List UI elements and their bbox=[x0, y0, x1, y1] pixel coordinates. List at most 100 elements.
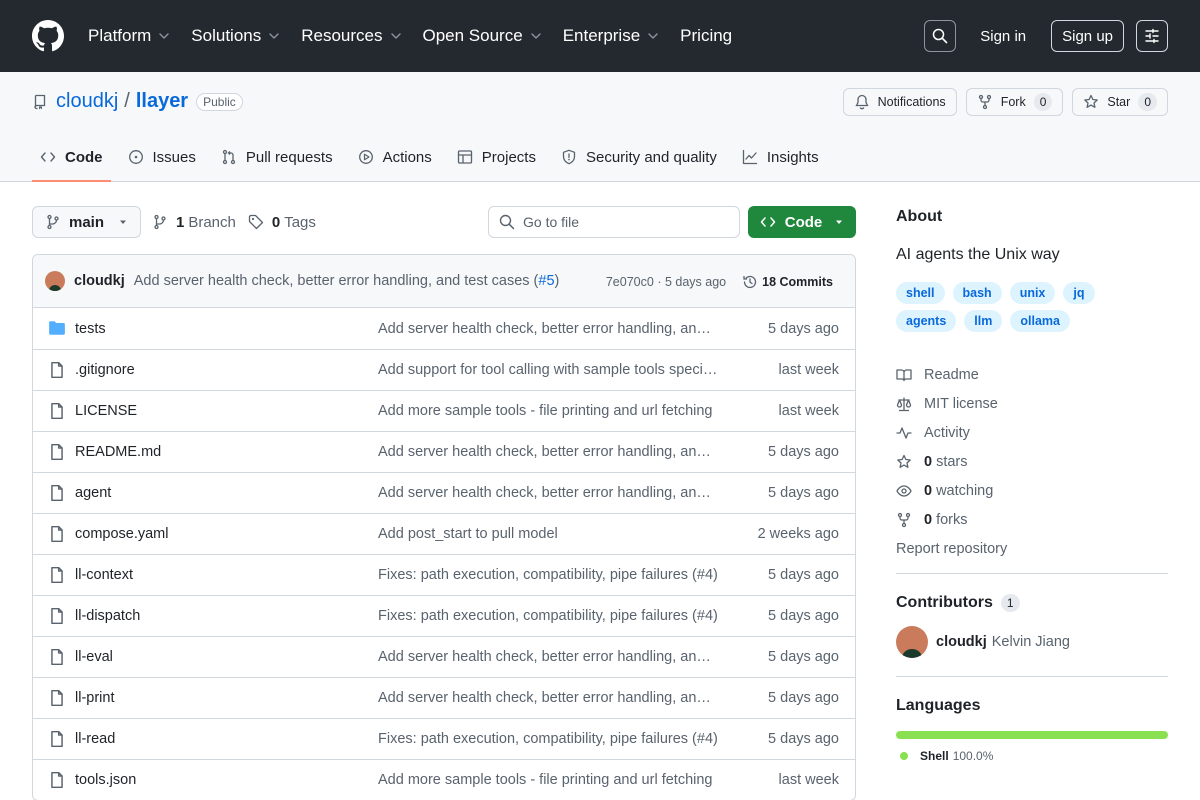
commit-pr-link[interactable]: #5 bbox=[538, 273, 554, 289]
file-name-link[interactable]: .gitignore bbox=[75, 362, 135, 378]
report-label: Report repository bbox=[896, 540, 1008, 557]
stars-label: stars bbox=[936, 453, 968, 470]
file-commit-message-link[interactable]: Fixes: path execution, compatibility, pi… bbox=[378, 731, 718, 747]
table-row[interactable]: ll-print Add server health check, better … bbox=[33, 677, 855, 718]
commit-message[interactable]: Add server health check, better error ha… bbox=[134, 273, 560, 289]
topic-tag-jq[interactable]: jq bbox=[1063, 282, 1095, 304]
tab-security-and-quality[interactable]: Security and quality bbox=[553, 133, 725, 181]
avatar[interactable] bbox=[896, 626, 928, 658]
fork-button[interactable]: Fork 0 bbox=[965, 88, 1064, 116]
commit-author-link[interactable]: cloudkj bbox=[74, 273, 125, 289]
top-nav-item-platform[interactable]: Platform bbox=[88, 26, 172, 46]
avatar[interactable] bbox=[45, 271, 65, 291]
fork-icon bbox=[978, 94, 991, 110]
forks-count: 0 bbox=[924, 511, 933, 528]
tab-code[interactable]: Code bbox=[32, 133, 111, 182]
table-row[interactable]: .gitignore Add support for tool calling w… bbox=[33, 349, 855, 390]
file-name-link[interactable]: ll-dispatch bbox=[75, 608, 140, 624]
license-link[interactable]: MIT license bbox=[896, 389, 1168, 418]
star-button[interactable]: Star 0 bbox=[1072, 88, 1168, 116]
file-commit-message-link[interactable]: Add more sample tools - file printing an… bbox=[378, 772, 718, 788]
file-toolbar: main 1 Branch 0 Tags Go to file Code bbox=[32, 206, 856, 238]
tab-actions[interactable]: Actions bbox=[350, 133, 440, 181]
file-commit-message-link[interactable]: Add server health check, better error ha… bbox=[378, 649, 718, 665]
stars-link[interactable]: 0 stars bbox=[896, 447, 1168, 476]
github-logo-icon[interactable] bbox=[32, 20, 64, 52]
tab-projects[interactable]: Projects bbox=[449, 133, 544, 181]
top-nav-item-resources[interactable]: Resources bbox=[301, 26, 403, 46]
notifications-button[interactable]: Notifications bbox=[842, 88, 957, 116]
file-name-link[interactable]: agent bbox=[75, 485, 111, 501]
top-nav-item-enterprise[interactable]: Enterprise bbox=[563, 26, 661, 46]
top-nav-item-solutions[interactable]: Solutions bbox=[191, 26, 282, 46]
topic-tag-bash[interactable]: bash bbox=[952, 282, 1002, 304]
file-commit-message-link[interactable]: Fixes: path execution, compatibility, pi… bbox=[378, 567, 718, 583]
file-name-link[interactable]: ll-eval bbox=[75, 649, 113, 665]
table-row[interactable]: compose.yaml Add post_start to pull model… bbox=[33, 513, 855, 554]
topic-tag-agents[interactable]: agents bbox=[896, 310, 957, 332]
table-row[interactable]: ll-context Fixes: path execution, compati… bbox=[33, 554, 855, 595]
tab-pull-requests[interactable]: Pull requests bbox=[213, 133, 341, 181]
branches-link[interactable]: 1 Branch bbox=[152, 214, 236, 231]
file-commit-message-link[interactable]: Add server health check, better error ha… bbox=[378, 321, 718, 337]
file-commit-message-link[interactable]: Add server health check, better error ha… bbox=[378, 444, 718, 460]
file-name-link[interactable]: ll-print bbox=[75, 690, 114, 706]
tab-issues[interactable]: Issues bbox=[120, 133, 204, 181]
table-row[interactable]: ll-eval Add server health check, better e… bbox=[33, 636, 855, 677]
table-row[interactable]: tools.json Add more sample tools - file p… bbox=[33, 759, 855, 800]
table-row[interactable]: agent Add server health check, better err… bbox=[33, 472, 855, 513]
commits-history-link[interactable]: 18 Commits bbox=[742, 274, 833, 290]
topic-list: shell bash unix jq agents llm ollama bbox=[896, 282, 1168, 338]
repo-name-link[interactable]: llayer bbox=[136, 90, 188, 113]
file-name-link[interactable]: LICENSE bbox=[75, 403, 137, 419]
readme-label: Readme bbox=[924, 366, 979, 383]
tab-insights[interactable]: Insights bbox=[734, 133, 827, 181]
file-commit-message-link[interactable]: Add post_start to pull model bbox=[378, 526, 718, 542]
file-name-link[interactable]: ll-read bbox=[75, 731, 115, 747]
file-name-link[interactable]: README.md bbox=[75, 444, 161, 460]
top-nav-item-pricing[interactable]: Pricing bbox=[680, 26, 732, 46]
table-row[interactable]: README.md Add server health check, better… bbox=[33, 431, 855, 472]
search-icon bbox=[933, 28, 948, 44]
watchers-link[interactable]: 0 watching bbox=[896, 476, 1168, 505]
contributor-item[interactable]: cloudkj Kelvin Jiang bbox=[896, 626, 1168, 658]
notifications-label: Notifications bbox=[877, 95, 946, 109]
file-name-link[interactable]: tools.json bbox=[75, 772, 136, 788]
topic-tag-unix[interactable]: unix bbox=[1009, 282, 1056, 304]
file-name-link[interactable]: ll-context bbox=[75, 567, 133, 583]
table-row[interactable]: LICENSE Add more sample tools - file prin… bbox=[33, 390, 855, 431]
topic-tag-ollama[interactable]: ollama bbox=[1010, 310, 1070, 332]
search-button[interactable] bbox=[924, 20, 957, 52]
star-label: Star bbox=[1107, 95, 1131, 109]
readme-link[interactable]: Readme bbox=[896, 360, 1168, 389]
table-row[interactable]: tests Add server health check, better err… bbox=[33, 308, 855, 349]
contributors-heading[interactable]: Contributors 1 bbox=[896, 594, 1168, 612]
repo-owner-link[interactable]: cloudkj bbox=[56, 90, 118, 113]
code-dropdown-button[interactable]: Code bbox=[748, 206, 856, 238]
file-commit-message-link[interactable]: Add server health check, better error ha… bbox=[378, 690, 718, 706]
file-commit-message-link[interactable]: Fixes: path execution, compatibility, pi… bbox=[378, 608, 718, 624]
topic-tag-shell[interactable]: shell bbox=[896, 282, 945, 304]
file-commit-message-link[interactable]: Add support for tool calling with sample… bbox=[378, 362, 718, 378]
file-commit-message-link[interactable]: Add server health check, better error ha… bbox=[378, 485, 718, 501]
table-row[interactable]: ll-read Fixes: path execution, compatibil… bbox=[33, 718, 855, 759]
activity-link[interactable]: Activity bbox=[896, 418, 1168, 447]
commit-hash-and-age[interactable]: 7e070c0 · 5 days ago bbox=[606, 275, 726, 289]
forks-link[interactable]: 0 forks bbox=[896, 505, 1168, 534]
sign-in-link[interactable]: Sign in bbox=[980, 28, 1026, 45]
top-nav-label: Enterprise bbox=[562, 26, 641, 45]
appearance-settings-button[interactable] bbox=[1136, 20, 1168, 52]
file-name-link[interactable]: compose.yaml bbox=[75, 526, 168, 542]
go-to-file-input[interactable]: Go to file bbox=[488, 206, 740, 238]
file-name-link[interactable]: tests bbox=[75, 321, 106, 337]
top-nav-item-open-source[interactable]: Open Source bbox=[423, 26, 544, 46]
table-row[interactable]: ll-dispatch Fixes: path execution, compat… bbox=[33, 595, 855, 636]
report-repository-link[interactable]: Report repository bbox=[896, 534, 1168, 563]
language-item-shell[interactable]: Shell 100.0% bbox=[896, 749, 1168, 763]
caret-down-icon bbox=[120, 220, 127, 224]
tags-link[interactable]: 0 Tags bbox=[248, 214, 316, 231]
file-commit-message-link[interactable]: Add more sample tools - file printing an… bbox=[378, 403, 718, 419]
topic-tag-llm[interactable]: llm bbox=[964, 310, 1003, 332]
sign-up-button[interactable]: Sign up bbox=[1051, 20, 1124, 52]
branch-selector[interactable]: main bbox=[32, 206, 142, 238]
